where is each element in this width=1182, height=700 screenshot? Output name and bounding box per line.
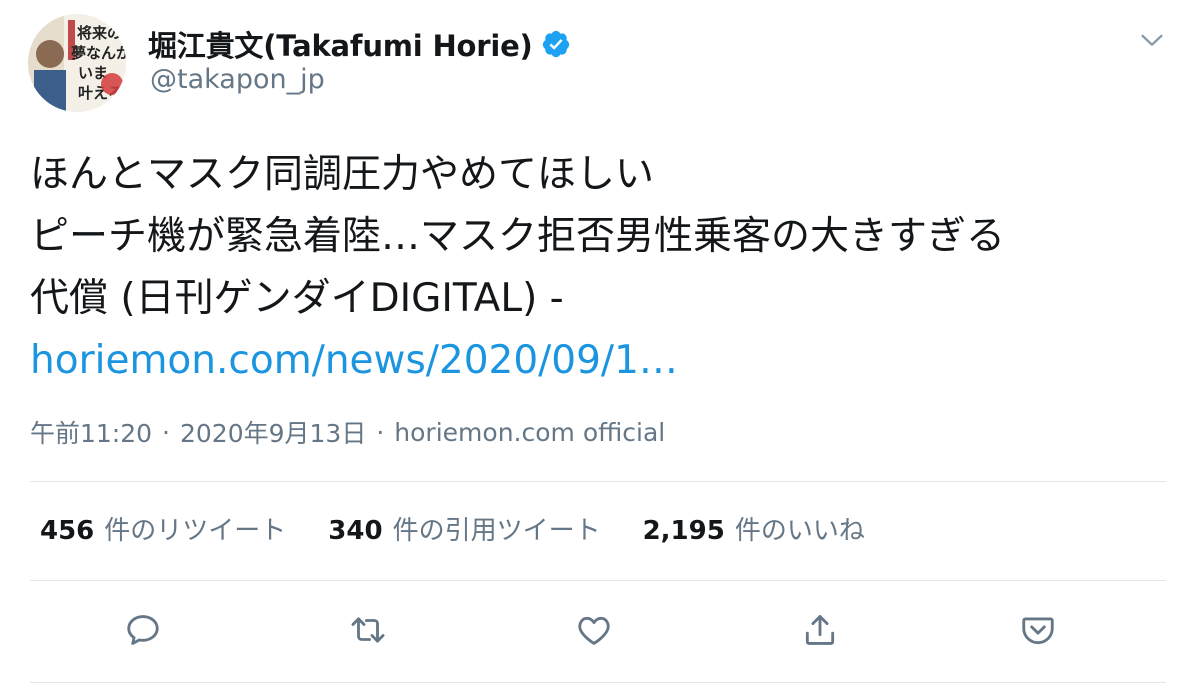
tweet-meta: 午前11:20 · 2020年9月13日 · horiemon.com offi… <box>30 414 665 450</box>
avatar[interactable]: 将来の 夢なんか、 いま 叶えろ <box>28 14 126 112</box>
meta-separator: · <box>376 417 385 447</box>
tweet-stats: 456 件のリツイート 340 件の引用ツイート 2,195 件のいいね <box>40 510 865 547</box>
retweet-button[interactable] <box>344 606 392 654</box>
divider <box>30 682 1166 683</box>
retweets-label: 件のリツイート <box>104 516 287 546</box>
user-name-row[interactable]: 堀江貴文(Takafumi Horie) <box>148 24 571 64</box>
divider <box>30 580 1166 581</box>
heart-icon <box>578 616 610 645</box>
save-to-pocket-button[interactable] <box>1014 606 1062 654</box>
tweet-text-line: 代償 (日刊ゲンダイDIGITAL) - <box>30 276 564 321</box>
pocket-icon <box>1022 617 1054 645</box>
tweet-actions <box>0 606 1182 654</box>
tweet-text-line: ピーチ機が緊急着陸…マスク拒否男性乗客の大きすぎる <box>30 214 1006 259</box>
tweet-card: 将来の 夢なんか、 いま 叶えろ 堀江貴文(Takafumi Horie) @t… <box>0 0 1182 700</box>
chevron-down-icon <box>1141 34 1163 46</box>
like-button[interactable] <box>570 606 618 654</box>
tweet-text: ほんとマスク同調圧力やめてほしい ピーチ機が緊急着陸…マスク拒否男性乗客の大きす… <box>30 144 1170 392</box>
retweet-icon <box>351 617 385 643</box>
tweet-date[interactable]: 2020年9月13日 <box>180 414 366 450</box>
verified-badge-icon <box>541 29 571 59</box>
quotes-stat[interactable]: 340 件の引用ツイート <box>328 510 600 547</box>
user-handle[interactable]: @takapon_jp <box>150 64 325 95</box>
reply-icon <box>127 615 159 645</box>
likes-label: 件のいいね <box>734 516 865 546</box>
share-icon <box>805 615 835 645</box>
svg-text:将来の: 将来の <box>77 24 122 42</box>
more-options-button[interactable] <box>1134 22 1170 58</box>
divider <box>30 481 1166 482</box>
svg-text:夢なんか、: 夢なんか、 <box>71 44 126 62</box>
avatar-image: 将来の 夢なんか、 いま 叶えろ <box>28 14 126 112</box>
likes-stat[interactable]: 2,195 件のいいね <box>643 510 865 547</box>
display-name[interactable]: 堀江貴文(Takafumi Horie) <box>148 23 533 65</box>
quotes-label: 件の引用ツイート <box>392 516 601 546</box>
share-button[interactable] <box>796 606 844 654</box>
tweet-source[interactable]: horiemon.com official <box>394 418 665 447</box>
retweets-stat[interactable]: 456 件のリツイート <box>40 510 286 547</box>
reply-button[interactable] <box>119 606 167 654</box>
likes-count: 2,195 <box>642 516 725 546</box>
tweet-link[interactable]: horiemon.com/news/2020/09/1… <box>30 338 678 383</box>
retweets-count: 456 <box>40 516 95 546</box>
meta-separator: · <box>162 417 170 447</box>
quotes-count: 340 <box>328 516 383 546</box>
tweet-time[interactable]: 午前11:20 <box>30 414 152 450</box>
tweet-text-line: ほんとマスク同調圧力やめてほしい <box>30 152 655 197</box>
